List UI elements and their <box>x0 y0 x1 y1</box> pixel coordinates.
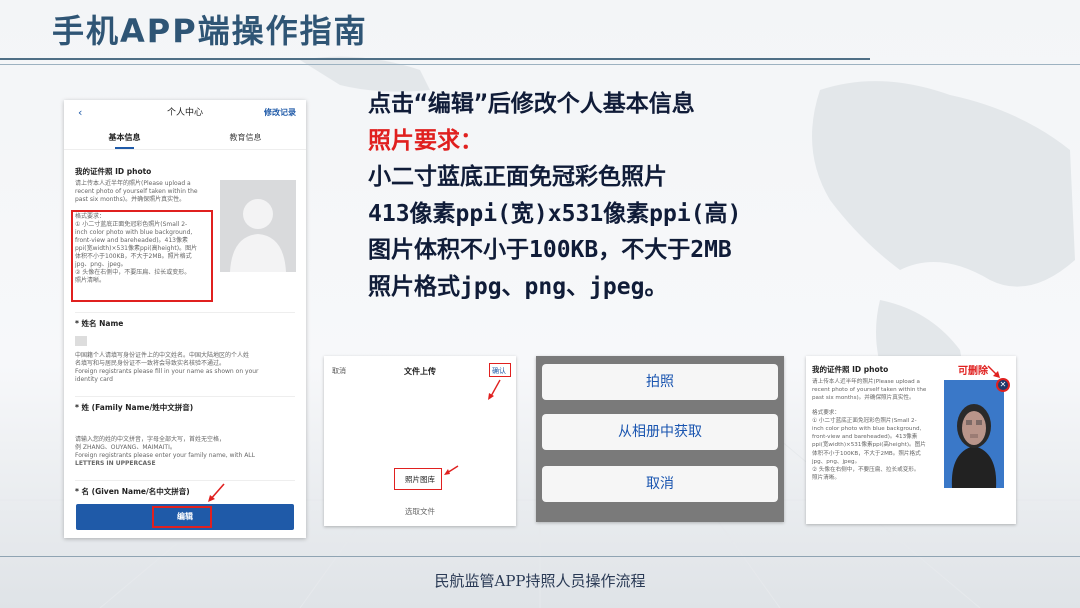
id-photo-desc: 请上传本人近半年的照片(Please upload a recent photo… <box>75 180 217 204</box>
instruction-line: 照片格式jpg、png、jpeg。 <box>368 273 668 300</box>
tab-education-info[interactable]: 教育信息 <box>185 126 306 149</box>
edit-highlight-box <box>152 506 212 528</box>
req-line: jpg、png、jpeg。 <box>75 261 127 268</box>
profile-screen: ‹ 个人中心 修改记录 基本信息 教育信息 我的证件照 ID photo 请上传… <box>64 100 306 538</box>
desc-line: 请上传本人近半年的照片(Please upload a <box>812 379 920 385</box>
id-photo-title: 我的证件照 ID photo <box>812 365 889 374</box>
portrait-blurred <box>951 404 997 488</box>
upload-cancel-button[interactable]: 取消 <box>332 366 346 376</box>
req-line: ppi(宽width)×531像素ppi(高height)。图片 <box>75 245 198 252</box>
confirm-highlight-box <box>489 363 511 377</box>
title-underline <box>0 58 870 60</box>
id-photo-upload[interactable] <box>220 180 296 272</box>
desc-line: ② 头像在右侧中，不要压扁、拉长或变形。 <box>812 467 920 474</box>
family-name-desc: 请输入您的姓的中文拼音，字母全部大写，首姓无空格， 例 ZHANG、OUYANG… <box>75 436 299 468</box>
deletable-label: 可删除 <box>958 366 988 377</box>
desc-line: 照片清晰。 <box>812 475 840 482</box>
photo-preview-screen: 我的证件照 ID photo 请上传本人近半年的照片(Please upload… <box>806 356 1016 524</box>
from-album-button[interactable]: 从相册中获取 <box>542 414 778 450</box>
desc-line: ① 小二寸蓝底正面免冠彩色照片(Small 2- <box>812 417 917 424</box>
upload-title: 文件上传 <box>404 367 436 376</box>
divider <box>75 312 295 313</box>
name-value-blurred <box>75 336 87 346</box>
desc-line: front-view and bareheaded)。413像素 <box>812 434 918 441</box>
avatar-placeholder-icon <box>230 199 286 272</box>
desc-line: inch color photo with blue background, <box>812 426 922 433</box>
instruction-line: 图片体积不小于100KB，不大于2MB <box>368 237 732 263</box>
header-title: 个人中心 <box>166 108 203 118</box>
family-name-label: * 姓 (Family Name/姓中文拼音) <box>75 403 194 412</box>
req-line: 照片清晰。 <box>75 277 106 284</box>
title-underline-thin <box>0 64 1080 65</box>
divider <box>75 396 295 397</box>
file-upload-screen: 文件上传 取消 确认 照片图库 选取文件 <box>324 356 516 526</box>
divider <box>75 480 295 481</box>
desc-line: 请上传本人近半年的照片(Please upload a <box>75 180 191 187</box>
desc-line: 请输入您的姓的中文拼音，字母全部大写，首姓无空格， <box>75 436 226 443</box>
take-photo-button[interactable]: 拍照 <box>542 364 778 400</box>
instruction-text: 点击“编辑”后修改个人基本信息 照片要求： 小二寸蓝底正面免冠彩色照片 413像… <box>368 86 741 305</box>
name-label: * 姓名 Name <box>75 319 124 328</box>
desc-line: past six months)。并确保照片真实性。 <box>812 395 915 402</box>
slide-footer: 民航监管APP持照人员操作流程 <box>434 572 646 590</box>
library-highlight-box <box>394 468 442 490</box>
choose-file-option[interactable]: 选取文件 <box>324 506 516 517</box>
req-line: 格式要求： <box>75 213 106 220</box>
preview-desc: 请上传本人近半年的照片(Please upload a recent photo… <box>812 378 942 482</box>
instruction-line: 小二寸蓝底正面免冠彩色照片 <box>368 164 667 190</box>
desc-line: LETTERS IN UPPERCASE <box>75 460 156 467</box>
arrow-icon <box>488 379 501 400</box>
chevron-left-icon[interactable]: ‹ <box>78 100 82 126</box>
footer-divider <box>0 556 1080 557</box>
desc-line: jpg、png、jpeg。 <box>812 458 861 465</box>
req-line: inch color photo with blue background, <box>75 229 193 236</box>
req-line: ① 小二寸蓝底正面免冠彩色照片(Small 2- <box>75 221 188 228</box>
edit-history-link[interactable]: 修改记录 <box>264 100 296 126</box>
close-icon[interactable]: ✕ <box>996 378 1010 392</box>
given-name-label: * 名 (Given Name/名中文拼音) <box>75 487 190 496</box>
desc-line: 例 ZHANG、OUYANG、MAIMAITI。 <box>75 444 176 451</box>
photo-source-action-sheet: 拍照 从相册中获取 取消 <box>536 356 784 522</box>
req-line: 体积不小于100KB，不大于2MB。照片格式 <box>75 253 192 260</box>
desc-line: Foreign registrants please fill in your … <box>75 368 259 375</box>
desc-line: recent photo of yourself taken within th… <box>75 188 198 195</box>
req-line: ② 头像在右侧中，不要压扁、拉长或变形。 <box>75 269 191 276</box>
desc-line: recent photo of yourself taken within th… <box>812 387 927 394</box>
tab-basic-info[interactable]: 基本信息 <box>64 126 185 149</box>
profile-header: ‹ 个人中心 修改记录 <box>64 100 306 126</box>
req-line: front-view and bareheaded)。413像素 <box>75 237 188 244</box>
name-desc: 中国籍个人请填写身份证件上的中文姓名。中国大陆地区的个人姓 名填写和与居民身份证… <box>75 352 299 384</box>
format-requirements: 格式要求： ① 小二寸蓝底正面免冠彩色照片(Small 2- inch colo… <box>75 213 211 285</box>
arrow-icon <box>444 465 459 475</box>
instruction-line: 413像素ppi(宽)x531像素ppi(高) <box>368 200 742 227</box>
desc-line: identity card <box>75 376 113 383</box>
desc-line: 格式要求： <box>812 409 840 416</box>
desc-line: 名填写和与居民身份证不一致将会导致实名核验不通过。 <box>75 360 226 367</box>
id-photo-title: 我的证件照 ID photo <box>75 167 152 176</box>
instruction-line: 点击“编辑”后修改个人基本信息 <box>368 91 695 117</box>
desc-line: 中国籍个人请填写身份证件上的中文姓名。中国大陆地区的个人姓 <box>75 352 250 359</box>
desc-line: ppi(宽width)×531像素ppi(高height)。图片 <box>812 442 926 449</box>
desc-line: 体积不小于100KB，不大于2MB。照片格式 <box>812 450 921 457</box>
slide-title: 手机APP端操作指南 <box>52 12 368 50</box>
uploaded-photo <box>944 380 1004 488</box>
action-cancel-button[interactable]: 取消 <box>542 466 778 502</box>
arrow-icon <box>987 365 1000 378</box>
photo-requirements-heading: 照片要求： <box>368 127 483 154</box>
arrow-icon <box>208 483 225 502</box>
desc-line: past six months)。并确保照片真实性。 <box>75 196 186 203</box>
profile-tabs: 基本信息 教育信息 <box>64 126 306 150</box>
desc-line: Foreign registrants please enter your fa… <box>75 452 255 459</box>
